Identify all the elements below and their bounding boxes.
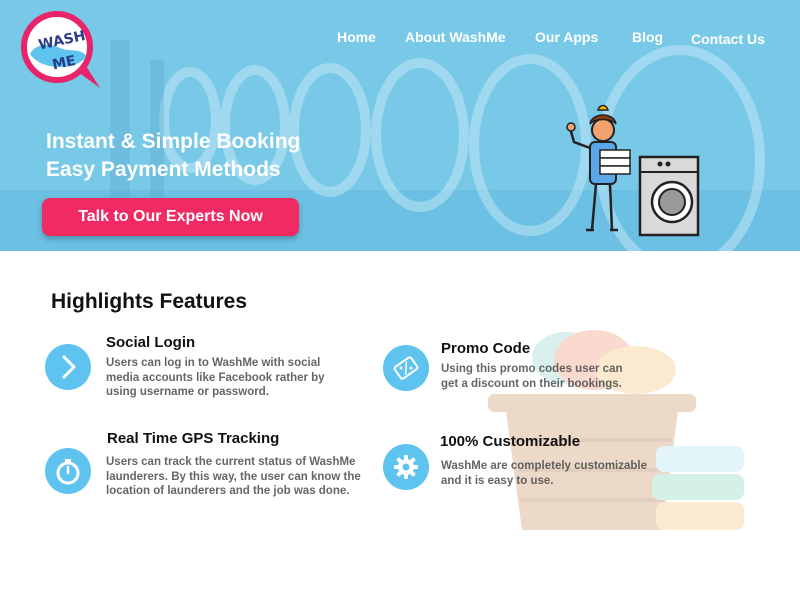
- hero-headline: Instant & Simple Booking Easy Payment Me…: [46, 128, 300, 184]
- washme-logo[interactable]: WASH ME: [16, 8, 104, 90]
- gear-icon: [383, 444, 429, 490]
- section-title-highlights: Highlights Features: [51, 290, 248, 313]
- ticket-icon: [383, 345, 429, 391]
- nav-contact-link[interactable]: Contact Us: [691, 31, 765, 47]
- stopwatch-icon: [45, 448, 91, 494]
- talk-to-experts-button[interactable]: Talk to Our Experts Now: [42, 198, 299, 236]
- feature-description: Users can track the current status of Wa…: [106, 456, 361, 497]
- nav-blog-link[interactable]: Blog: [632, 29, 663, 45]
- nav-home-link[interactable]: Home: [337, 29, 376, 45]
- nav-about-link[interactable]: About WashMe: [405, 29, 506, 45]
- hero-headline-line1: Instant & Simple Booking: [46, 130, 301, 153]
- feature-title: Promo Code: [441, 340, 531, 357]
- feature-description: Using this promo codes user can get a di…: [441, 363, 623, 390]
- feature-description: WashMe are completely customizable and i…: [441, 460, 648, 487]
- feature-title: Real Time GPS Tracking: [107, 430, 280, 447]
- feature-description: Users can log in to WashMe with social m…: [106, 357, 325, 398]
- feature-title: Social Login: [106, 334, 196, 351]
- nav-our-apps-link[interactable]: Our Apps: [535, 29, 598, 45]
- hero-banner: WASH ME Home About WashMe Our Apps Blog …: [0, 0, 800, 251]
- hero-headline-line2: Easy Payment Methods: [46, 158, 281, 181]
- chevron-right-icon: [45, 344, 91, 390]
- laundry-woman-illustration: [566, 104, 700, 237]
- feature-title: 100% Customizable: [440, 433, 581, 450]
- main-nav: Home About WashMe Our Apps Blog Contact …: [0, 29, 800, 49]
